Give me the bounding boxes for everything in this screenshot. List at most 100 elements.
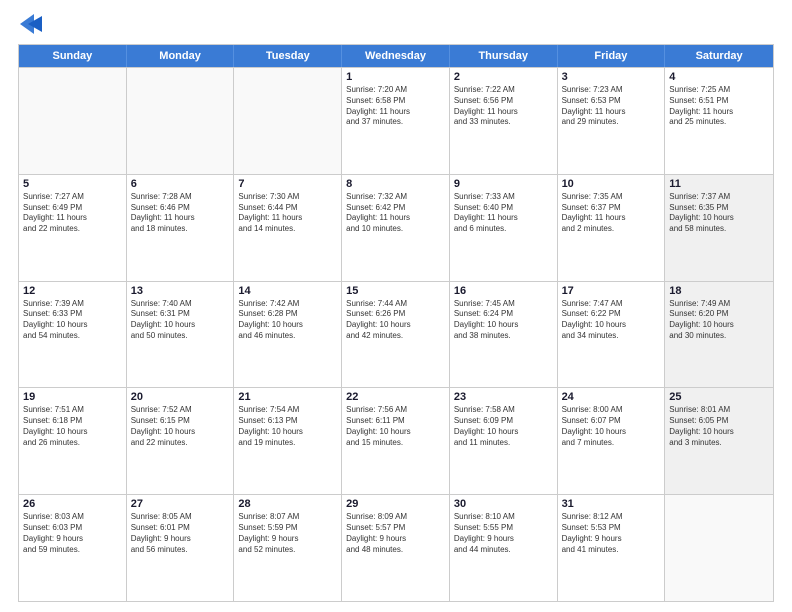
cal-cell-4-5: 31 Sunrise: 8:12 AM Sunset: 5:53 PM Dayli… bbox=[558, 495, 666, 601]
cal-cell-2-2: 14 Sunrise: 7:42 AM Sunset: 6:28 PM Dayli… bbox=[234, 282, 342, 388]
cal-cell-0-1 bbox=[127, 68, 235, 174]
day-detail: Sunrise: 8:03 AM Sunset: 6:03 PM Dayligh… bbox=[23, 512, 122, 555]
day-detail: Sunrise: 7:45 AM Sunset: 6:24 PM Dayligh… bbox=[454, 299, 553, 342]
day-detail: Sunrise: 7:51 AM Sunset: 6:18 PM Dayligh… bbox=[23, 405, 122, 448]
cal-cell-3-3: 22 Sunrise: 7:56 AM Sunset: 6:11 PM Dayli… bbox=[342, 388, 450, 494]
cal-cell-3-6: 25Sunrise: 8:01 AM Sunset: 6:05 PM Dayli… bbox=[665, 388, 773, 494]
day-detail: Sunrise: 7:27 AM Sunset: 6:49 PM Dayligh… bbox=[23, 192, 122, 235]
day-detail: Sunrise: 7:47 AM Sunset: 6:22 PM Dayligh… bbox=[562, 299, 661, 342]
calendar-body: 1 Sunrise: 7:20 AM Sunset: 6:58 PM Daylig… bbox=[19, 67, 773, 601]
day-detail: Sunrise: 7:54 AM Sunset: 6:13 PM Dayligh… bbox=[238, 405, 337, 448]
cal-cell-4-6 bbox=[665, 495, 773, 601]
cal-row-0: 1 Sunrise: 7:20 AM Sunset: 6:58 PM Daylig… bbox=[19, 67, 773, 174]
cal-cell-0-0 bbox=[19, 68, 127, 174]
day-number: 29 bbox=[346, 498, 445, 510]
day-detail: Sunrise: 7:30 AM Sunset: 6:44 PM Dayligh… bbox=[238, 192, 337, 235]
day-number: 14 bbox=[238, 285, 337, 297]
calendar-header: SundayMondayTuesdayWednesdayThursdayFrid… bbox=[19, 45, 773, 67]
weekday-header-thursday: Thursday bbox=[450, 45, 558, 67]
cal-cell-0-6: 4Sunrise: 7:25 AM Sunset: 6:51 PM Daylig… bbox=[665, 68, 773, 174]
day-detail: Sunrise: 7:52 AM Sunset: 6:15 PM Dayligh… bbox=[131, 405, 230, 448]
day-number: 7 bbox=[238, 178, 337, 190]
cal-cell-2-4: 16 Sunrise: 7:45 AM Sunset: 6:24 PM Dayli… bbox=[450, 282, 558, 388]
day-detail: Sunrise: 7:37 AM Sunset: 6:35 PM Dayligh… bbox=[669, 192, 769, 235]
day-number: 9 bbox=[454, 178, 553, 190]
day-number: 6 bbox=[131, 178, 230, 190]
day-number: 3 bbox=[562, 71, 661, 83]
cal-row-3: 19Sunrise: 7:51 AM Sunset: 6:18 PM Dayli… bbox=[19, 387, 773, 494]
day-number: 18 bbox=[669, 285, 769, 297]
day-number: 30 bbox=[454, 498, 553, 510]
logo-icon bbox=[20, 14, 42, 34]
day-detail: Sunrise: 8:10 AM Sunset: 5:55 PM Dayligh… bbox=[454, 512, 553, 555]
cal-cell-1-5: 10Sunrise: 7:35 AM Sunset: 6:37 PM Dayli… bbox=[558, 175, 666, 281]
day-number: 5 bbox=[23, 178, 122, 190]
day-detail: Sunrise: 7:58 AM Sunset: 6:09 PM Dayligh… bbox=[454, 405, 553, 448]
weekday-header-monday: Monday bbox=[127, 45, 235, 67]
cal-cell-3-0: 19Sunrise: 7:51 AM Sunset: 6:18 PM Dayli… bbox=[19, 388, 127, 494]
cal-cell-1-4: 9 Sunrise: 7:33 AM Sunset: 6:40 PM Daylig… bbox=[450, 175, 558, 281]
day-detail: Sunrise: 8:07 AM Sunset: 5:59 PM Dayligh… bbox=[238, 512, 337, 555]
cal-cell-3-4: 23 Sunrise: 7:58 AM Sunset: 6:09 PM Dayli… bbox=[450, 388, 558, 494]
day-number: 17 bbox=[562, 285, 661, 297]
cal-cell-2-0: 12 Sunrise: 7:39 AM Sunset: 6:33 PM Dayli… bbox=[19, 282, 127, 388]
cal-cell-1-2: 7 Sunrise: 7:30 AM Sunset: 6:44 PM Daylig… bbox=[234, 175, 342, 281]
day-detail: Sunrise: 7:39 AM Sunset: 6:33 PM Dayligh… bbox=[23, 299, 122, 342]
cal-cell-4-3: 29 Sunrise: 8:09 AM Sunset: 5:57 PM Dayli… bbox=[342, 495, 450, 601]
day-number: 24 bbox=[562, 391, 661, 403]
cal-cell-2-3: 15 Sunrise: 7:44 AM Sunset: 6:26 PM Dayli… bbox=[342, 282, 450, 388]
day-number: 15 bbox=[346, 285, 445, 297]
cal-cell-0-4: 2 Sunrise: 7:22 AM Sunset: 6:56 PM Daylig… bbox=[450, 68, 558, 174]
cal-cell-4-1: 27 Sunrise: 8:05 AM Sunset: 6:01 PM Dayli… bbox=[127, 495, 235, 601]
day-number: 13 bbox=[131, 285, 230, 297]
day-detail: Sunrise: 7:33 AM Sunset: 6:40 PM Dayligh… bbox=[454, 192, 553, 235]
day-number: 26 bbox=[23, 498, 122, 510]
cal-cell-2-5: 17 Sunrise: 7:47 AM Sunset: 6:22 PM Dayli… bbox=[558, 282, 666, 388]
cal-row-4: 26 Sunrise: 8:03 AM Sunset: 6:03 PM Dayli… bbox=[19, 494, 773, 601]
cal-cell-1-3: 8 Sunrise: 7:32 AM Sunset: 6:42 PM Daylig… bbox=[342, 175, 450, 281]
day-detail: Sunrise: 7:44 AM Sunset: 6:26 PM Dayligh… bbox=[346, 299, 445, 342]
day-number: 22 bbox=[346, 391, 445, 403]
cal-cell-1-0: 5 Sunrise: 7:27 AM Sunset: 6:49 PM Daylig… bbox=[19, 175, 127, 281]
day-number: 12 bbox=[23, 285, 122, 297]
day-number: 21 bbox=[238, 391, 337, 403]
day-number: 10 bbox=[562, 178, 661, 190]
day-number: 16 bbox=[454, 285, 553, 297]
day-detail: Sunrise: 7:56 AM Sunset: 6:11 PM Dayligh… bbox=[346, 405, 445, 448]
cal-cell-0-2 bbox=[234, 68, 342, 174]
day-detail: Sunrise: 7:22 AM Sunset: 6:56 PM Dayligh… bbox=[454, 85, 553, 128]
day-detail: Sunrise: 8:05 AM Sunset: 6:01 PM Dayligh… bbox=[131, 512, 230, 555]
day-number: 31 bbox=[562, 498, 661, 510]
day-number: 27 bbox=[131, 498, 230, 510]
day-detail: Sunrise: 7:42 AM Sunset: 6:28 PM Dayligh… bbox=[238, 299, 337, 342]
cal-cell-3-5: 24Sunrise: 8:00 AM Sunset: 6:07 PM Dayli… bbox=[558, 388, 666, 494]
cal-cell-3-2: 21 Sunrise: 7:54 AM Sunset: 6:13 PM Dayli… bbox=[234, 388, 342, 494]
weekday-header-tuesday: Tuesday bbox=[234, 45, 342, 67]
day-number: 2 bbox=[454, 71, 553, 83]
day-number: 1 bbox=[346, 71, 445, 83]
day-detail: Sunrise: 7:32 AM Sunset: 6:42 PM Dayligh… bbox=[346, 192, 445, 235]
weekday-header-saturday: Saturday bbox=[665, 45, 773, 67]
day-detail: Sunrise: 7:28 AM Sunset: 6:46 PM Dayligh… bbox=[131, 192, 230, 235]
day-number: 28 bbox=[238, 498, 337, 510]
header bbox=[18, 18, 774, 34]
day-detail: Sunrise: 7:20 AM Sunset: 6:58 PM Dayligh… bbox=[346, 85, 445, 128]
day-number: 23 bbox=[454, 391, 553, 403]
day-detail: Sunrise: 7:40 AM Sunset: 6:31 PM Dayligh… bbox=[131, 299, 230, 342]
cal-cell-2-6: 18Sunrise: 7:49 AM Sunset: 6:20 PM Dayli… bbox=[665, 282, 773, 388]
cal-row-2: 12 Sunrise: 7:39 AM Sunset: 6:33 PM Dayli… bbox=[19, 281, 773, 388]
cal-cell-1-6: 11Sunrise: 7:37 AM Sunset: 6:35 PM Dayli… bbox=[665, 175, 773, 281]
day-number: 8 bbox=[346, 178, 445, 190]
cal-cell-4-4: 30 Sunrise: 8:10 AM Sunset: 5:55 PM Dayli… bbox=[450, 495, 558, 601]
cal-cell-4-0: 26 Sunrise: 8:03 AM Sunset: 6:03 PM Dayli… bbox=[19, 495, 127, 601]
weekday-header-wednesday: Wednesday bbox=[342, 45, 450, 67]
day-number: 25 bbox=[669, 391, 769, 403]
day-detail: Sunrise: 8:09 AM Sunset: 5:57 PM Dayligh… bbox=[346, 512, 445, 555]
page: SundayMondayTuesdayWednesdayThursdayFrid… bbox=[0, 0, 792, 612]
day-number: 20 bbox=[131, 391, 230, 403]
day-detail: Sunrise: 8:12 AM Sunset: 5:53 PM Dayligh… bbox=[562, 512, 661, 555]
day-detail: Sunrise: 7:23 AM Sunset: 6:53 PM Dayligh… bbox=[562, 85, 661, 128]
cal-row-1: 5 Sunrise: 7:27 AM Sunset: 6:49 PM Daylig… bbox=[19, 174, 773, 281]
cal-cell-4-2: 28 Sunrise: 8:07 AM Sunset: 5:59 PM Dayli… bbox=[234, 495, 342, 601]
cal-cell-2-1: 13 Sunrise: 7:40 AM Sunset: 6:31 PM Dayli… bbox=[127, 282, 235, 388]
